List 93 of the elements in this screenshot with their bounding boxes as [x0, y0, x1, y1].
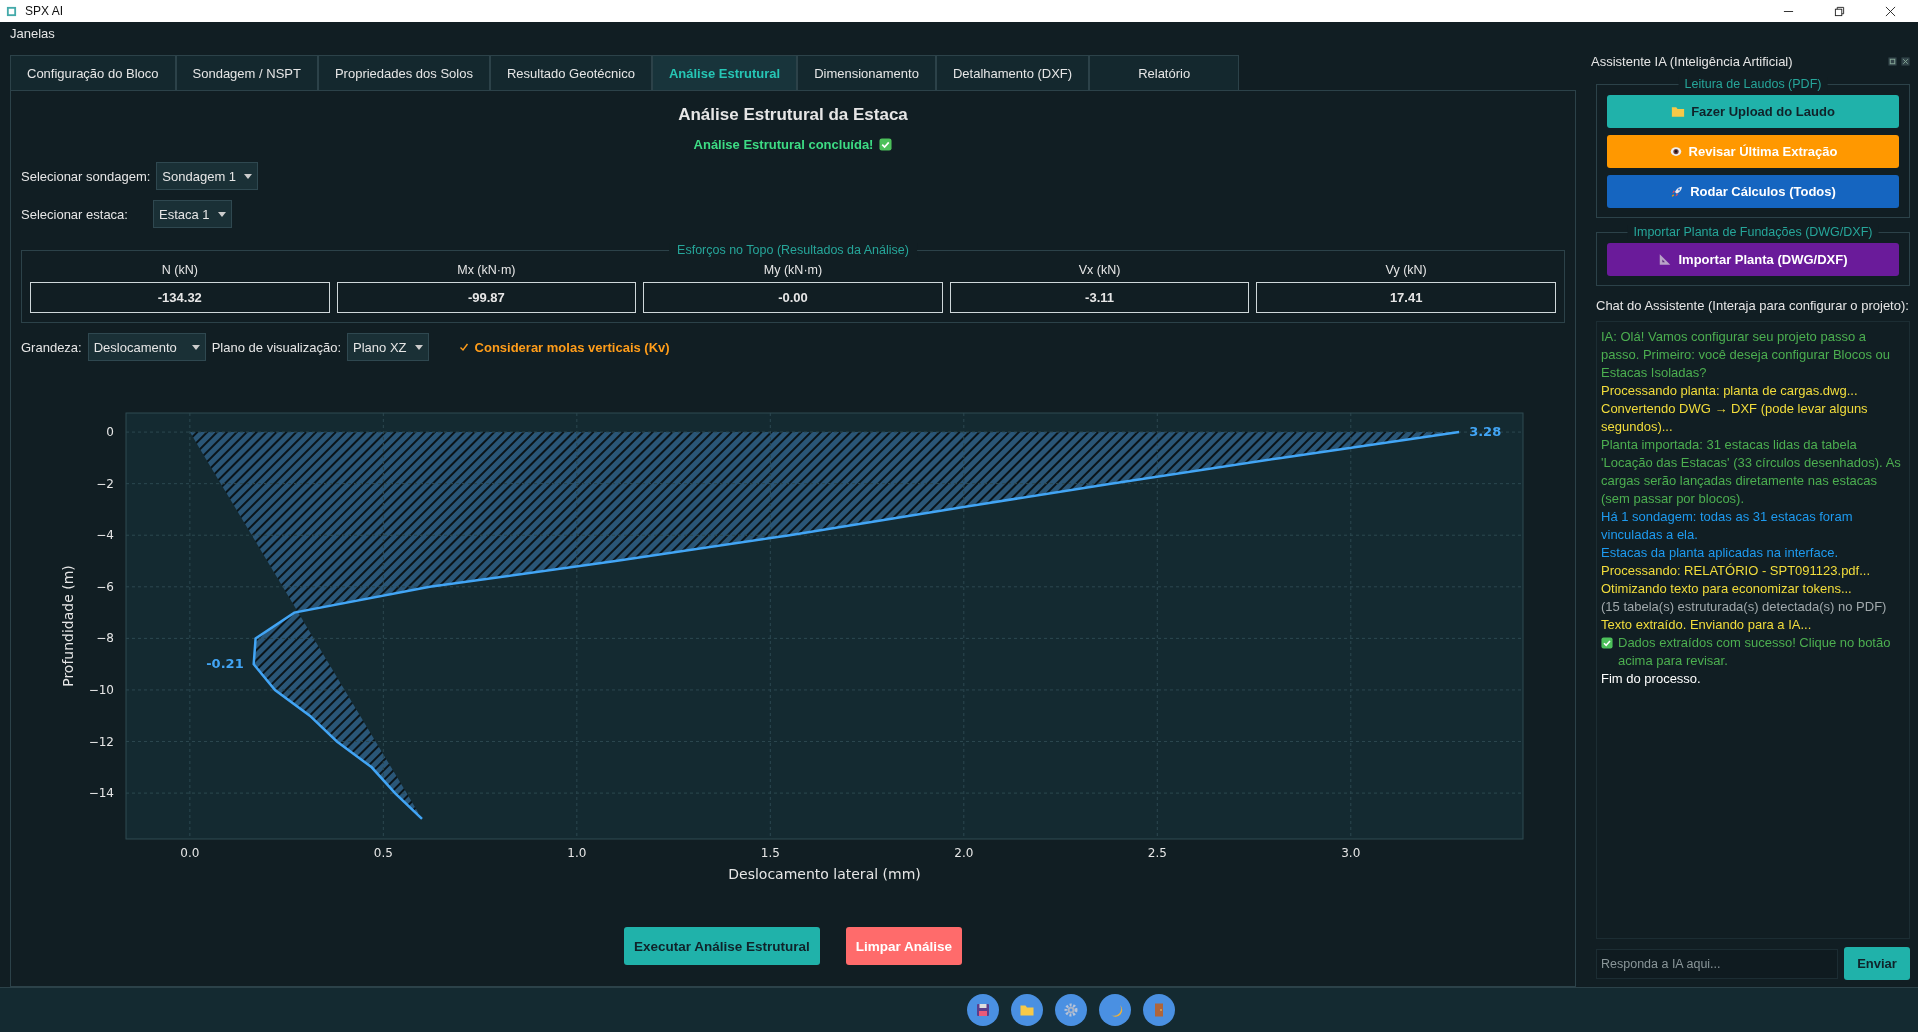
data-label: 3.28	[1469, 424, 1502, 440]
dropdown[interactable]: Sondagem 1	[156, 162, 259, 190]
result-value: -3.11	[949, 282, 1250, 313]
float-icon[interactable]	[1888, 56, 1897, 66]
tab[interactable]: Dimensionamento	[797, 55, 936, 90]
chat-message: Estacas da planta aplicadas na interface.	[1601, 544, 1840, 562]
x-tick-label: 2.5	[1147, 846, 1167, 860]
result-label: Mx (kN·m)	[457, 263, 516, 277]
assistant-button[interactable]: Fazer Upload do Laudo	[1607, 95, 1899, 128]
x-tick-label: 3.0	[1341, 846, 1361, 860]
chat-message: (15 tabela(s) estruturada(s) detectada(s) no PDF)	[1601, 598, 1888, 616]
chat-message: Fim do processo.	[1601, 670, 1702, 688]
y-tick-label: −12	[88, 734, 114, 749]
group-title: Importar Planta de Fundações (DWG/DXF)	[1627, 225, 1879, 239]
y-tick-label: −14	[88, 786, 114, 801]
check-icon	[879, 138, 893, 151]
tab[interactable]: Configuração do Bloco	[10, 55, 176, 90]
gear-icon[interactable]	[1055, 994, 1087, 1026]
rocket-icon	[1670, 185, 1685, 198]
field-label: Selecionar estaca:	[21, 206, 129, 222]
x-axis-title: Deslocamento lateral (mm)	[728, 866, 921, 882]
moon-icon[interactable]	[1099, 994, 1131, 1026]
close-icon[interactable]	[1901, 56, 1910, 66]
tab[interactable]: Propriedades dos Solos	[317, 55, 490, 90]
result-label: My (kN·m)	[763, 263, 823, 277]
field-label: Grandeza:	[21, 339, 82, 355]
tab[interactable]: Detalhamento (DXF)	[935, 55, 1090, 90]
caret-icon	[414, 344, 423, 350]
window-title: SPX AI	[25, 4, 64, 18]
action-button[interactable]: Executar Análise Estrutural	[623, 927, 820, 965]
caret-icon	[217, 211, 226, 217]
door-icon[interactable]	[1143, 994, 1175, 1026]
dropdown[interactable]: Plano XZ	[347, 333, 429, 361]
save-icon[interactable]	[967, 994, 999, 1026]
field-label: Plano de visualização:	[211, 339, 342, 355]
data-label: -0.21	[206, 656, 244, 672]
dropdown[interactable]: Deslocamento	[87, 333, 206, 361]
check-icon	[1601, 637, 1613, 649]
group-title: Esforços no Topo (Resultados da Análise)	[669, 243, 917, 257]
result-value: -134.32	[30, 282, 330, 313]
eye-icon	[1668, 145, 1683, 158]
menu-item[interactable]: Janelas	[10, 25, 55, 41]
y-tick-label: 0	[106, 425, 114, 440]
result-label: N (kN)	[161, 263, 198, 277]
chat-message: Há 1 sondagem: todas as 31 estacas foram vinculadas a ela.	[1601, 508, 1854, 544]
chat-label: Chat do Assistente (Interaja para configurar o projeto):	[1596, 298, 1910, 313]
restore-icon[interactable]	[1834, 5, 1845, 17]
x-tick-label: 0.5	[373, 846, 393, 860]
chat-message: Otimizando texto para economizar tokens...	[1601, 580, 1853, 598]
tab[interactable]: Análise Estrutural	[651, 55, 798, 90]
tab[interactable]: Sondagem / NSPT	[175, 55, 318, 90]
chat-message: Processando planta: planta de cargas.dwg...	[1601, 382, 1859, 400]
status-message: Análise Estrutural concluída!	[693, 137, 874, 152]
result-value: -99.87	[336, 282, 637, 313]
tab[interactable]: Relatório	[1089, 55, 1240, 90]
springs-checkbox[interactable]: Considerar molas verticais (Kv)	[458, 339, 670, 355]
panel-title: Assistente IA (Inteligência Artificial)	[1591, 53, 1793, 69]
y-tick-label: −8	[96, 631, 114, 646]
x-tick-label: 0.0	[180, 846, 200, 860]
folder-icon[interactable]	[1011, 994, 1043, 1026]
result-label: Vy (kN)	[1385, 263, 1427, 277]
chat-message: Planta importada: 31 estacas lidas da tabela 'Locação das Estacas' (33 círculos desenhados). As cargas serão lançadas diretamente nas estacas (sem passar por blocos).	[1601, 436, 1902, 508]
result-label: Vx (kN)	[1078, 263, 1121, 277]
result-value: -0.00	[643, 282, 943, 313]
dropdown[interactable]: Estaca 1	[153, 200, 232, 228]
y-tick-label: −10	[88, 682, 114, 697]
group-title: Leitura de Laudos (PDF)	[1678, 77, 1828, 91]
chat-message: IA: Olá! Vamos configurar seu projeto passo a passo. Primeiro: você deseja configurar Blocos ou Estacas Isoladas?	[1601, 328, 1892, 382]
tab[interactable]: Resultado Geotécnico	[489, 55, 652, 90]
checkmark-icon	[458, 342, 469, 352]
y-tick-label: −2	[96, 476, 114, 491]
x-tick-label: 1.0	[567, 846, 587, 860]
field-label: Selecionar sondagem:	[21, 168, 151, 184]
close-icon[interactable]	[1885, 5, 1896, 17]
result-value: 17.41	[1256, 282, 1556, 313]
x-tick-label: 2.0	[954, 846, 974, 860]
page-heading: Análise Estrutural da Estaca	[678, 105, 908, 125]
y-axis-title: Profundidade (m)	[60, 565, 76, 687]
caret-icon	[244, 173, 253, 179]
caret-icon	[191, 344, 200, 350]
send-button[interactable]: Enviar	[1844, 947, 1910, 980]
chat-input[interactable]: Responda a IA aqui...	[1596, 948, 1838, 979]
folder-icon	[1671, 105, 1686, 118]
chat-message: Texto extraído. Enviando para a IA...	[1601, 616, 1813, 634]
assistant-button[interactable]: Rodar Cálculos (Todos)	[1607, 175, 1899, 208]
x-tick-label: 1.5	[760, 846, 780, 860]
app-icon	[6, 5, 17, 17]
chat-message: Processando: RELATÓRIO - SPT091123.pdf...	[1601, 562, 1872, 580]
assistant-button[interactable]: Importar Planta (DWG/DXF)	[1607, 243, 1899, 276]
chat-message: Dados extraídos com sucesso! Clique no botão acima para revisar.	[1618, 634, 1892, 670]
chat-message: Convertendo DWG → DXF (pode levar alguns segundos)...	[1601, 400, 1869, 436]
y-tick-label: −6	[96, 579, 114, 594]
y-tick-label: −4	[96, 528, 114, 543]
